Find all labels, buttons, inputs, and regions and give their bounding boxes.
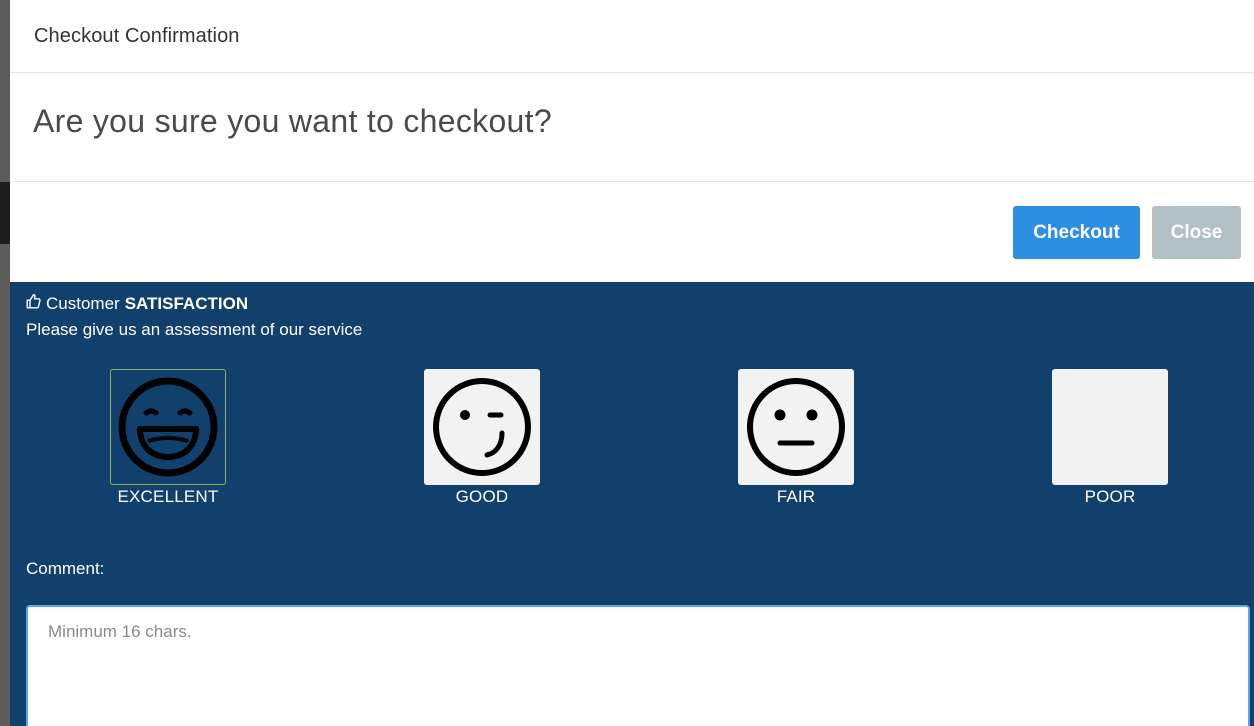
rating-excellent-tile <box>110 369 226 485</box>
rating-poor-label: POOR <box>1084 487 1136 506</box>
backdrop-dark-band <box>0 182 10 244</box>
confirmation-question: Are you sure you want to checkout? <box>33 103 552 139</box>
checkout-confirmation-dialog: Checkout Confirmation Are you sure you w… <box>10 0 1254 726</box>
rating-good-label: GOOD <box>455 487 509 506</box>
rating-excellent[interactable]: EXCELLENT <box>88 369 248 507</box>
dialog-footer: Checkout Close <box>10 182 1254 282</box>
rating-fair-tile <box>738 369 854 485</box>
thumbs-up-icon <box>26 293 41 314</box>
winking-face-icon <box>433 378 531 476</box>
comment-label: Comment: <box>26 559 105 578</box>
backdrop <box>0 0 10 726</box>
rating-good-tile <box>424 369 540 485</box>
rating-poor-tile <box>1052 369 1168 485</box>
page: Checkout Confirmation Are you sure you w… <box>0 0 1254 726</box>
customer-satisfaction-panel: Customer SATISFACTION Please give us an … <box>10 282 1254 726</box>
satisfaction-title-bold: SATISFACTION <box>124 293 249 313</box>
dialog-title: Checkout Confirmation <box>34 25 240 47</box>
comment-textarea[interactable] <box>26 605 1250 726</box>
checkout-button[interactable]: Checkout <box>1013 206 1140 259</box>
close-button[interactable]: Close <box>1152 206 1241 259</box>
satisfaction-title: Customer SATISFACTION <box>26 293 248 314</box>
dialog-body: Are you sure you want to checkout? <box>10 73 1254 182</box>
rating-excellent-label: EXCELLENT <box>117 487 219 506</box>
rating-fair-label: FAIR <box>776 487 816 506</box>
neutral-face-icon <box>747 378 845 476</box>
grinning-face-icon <box>118 377 218 477</box>
dialog-header: Checkout Confirmation <box>10 0 1254 73</box>
satisfaction-subtitle: Please give us an assessment of our serv… <box>26 320 363 339</box>
satisfaction-title-prefix: Customer <box>46 293 120 313</box>
rating-poor[interactable]: POOR <box>1030 369 1190 507</box>
rating-fair[interactable]: FAIR <box>716 369 876 507</box>
rating-good[interactable]: GOOD <box>402 369 562 507</box>
